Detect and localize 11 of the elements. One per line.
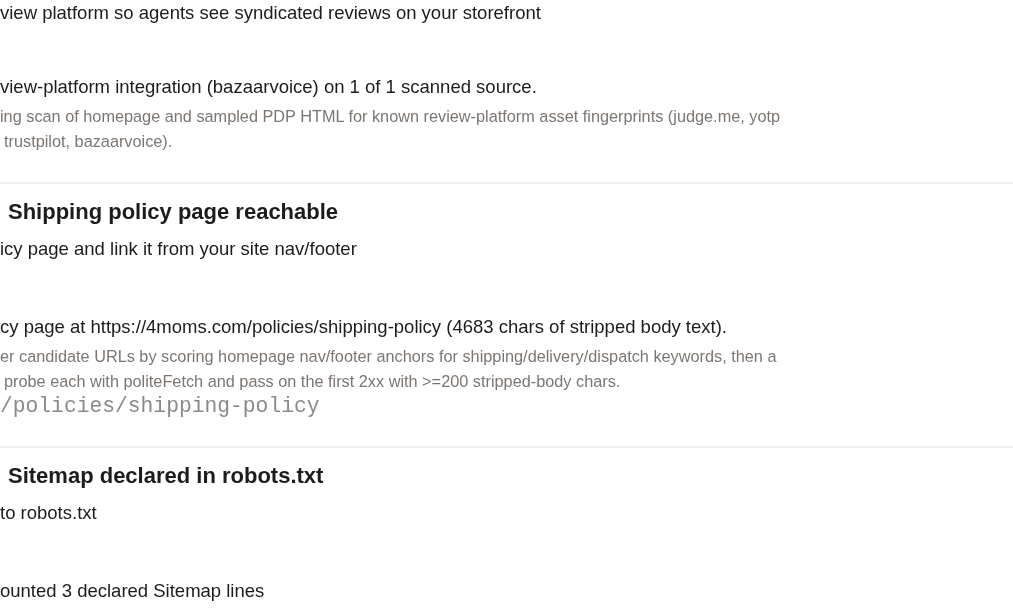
check-title: Shipping policy page reachable: [7, 198, 340, 226]
fix-text: icy page and link it from your site nav/footer: [0, 237, 358, 261]
result-text: ounted 3 declared Sitemap lines: [0, 579, 266, 603]
method-description: er candidate URLs by scoring homepage nav/footer anchors for shipping/delivery/dispatch keywords, then a probe each with politeFetch and pass on the first 2xx with >=200 stripped-body chars.: [0, 346, 778, 392]
fix-text: to robots.txt: [0, 501, 98, 525]
evidence-path: /policies/shipping-policy: [0, 394, 321, 418]
result-text: cy page at https://4moms.com/policies/shipping-policy (4683 chars of stripped body text).: [0, 315, 728, 339]
method-description: ing scan of homepage and sampled PDP HTML for known review-platform asset fingerprints (judge.me, yotp trustpilot, bazaarvoice).: [0, 106, 782, 152]
fix-text: view platform so agents see syndicated reviews on your storefront: [0, 1, 542, 25]
result-text: view-platform integration (bazaarvoice) on 1 of 1 scanned source.: [0, 75, 538, 99]
check-title: Sitemap declared in robots.txt: [7, 462, 325, 490]
